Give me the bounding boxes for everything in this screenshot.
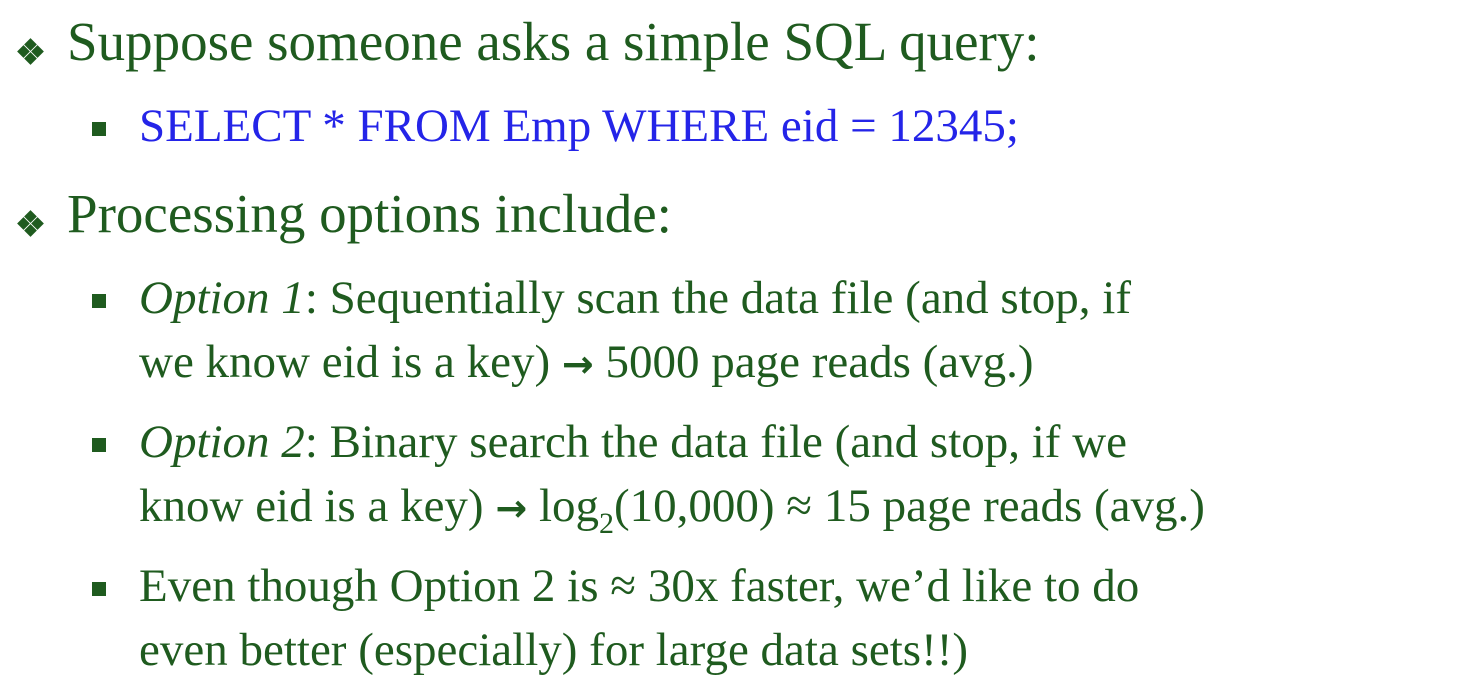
option-2-line-1: : Binary search the data file (and stop,… <box>304 416 1128 468</box>
sql-query-text: SELECT * FROM Emp WHERE eid = 12345; <box>139 100 1019 152</box>
bullet-1-text: Suppose someone asks a simple SQL query: <box>67 11 1040 72</box>
option-2-line-2a: know eid is a key) <box>139 480 496 532</box>
slide: Suppose someone asks a simple SQL query:… <box>0 0 1476 692</box>
square-bullet-icon <box>92 294 106 308</box>
right-arrow-icon: → <box>495 486 528 530</box>
square-bullet-icon <box>92 122 106 136</box>
option-2-line-2b: log <box>527 480 599 532</box>
square-bullet-icon <box>92 582 106 596</box>
diamond-bullet-icon <box>12 38 52 65</box>
square-bullet-icon <box>92 438 106 452</box>
conclusion-line-1: Even though Option 2 is ≈ 30x faster, we… <box>139 560 1140 612</box>
right-arrow-icon: → <box>561 342 594 386</box>
diamond-bullet-icon <box>12 210 52 237</box>
bullet-2-text: Processing options include: <box>67 183 672 244</box>
option-1-line-1: : Sequentially scan the data file (and s… <box>304 272 1131 324</box>
log-subscript: 2 <box>599 507 614 540</box>
option-2-label: Option 2 <box>139 416 305 468</box>
option-1-line-2a: we know eid is a key) <box>139 336 562 388</box>
option-1-label: Option 1 <box>139 272 305 324</box>
option-1-line-2b: 5000 page reads (avg.) <box>593 336 1034 388</box>
option-2-line-2c: (10,000) ≈ 15 page reads (avg.) <box>614 480 1205 532</box>
conclusion-line-2: even better (especially) for large data … <box>139 624 969 676</box>
